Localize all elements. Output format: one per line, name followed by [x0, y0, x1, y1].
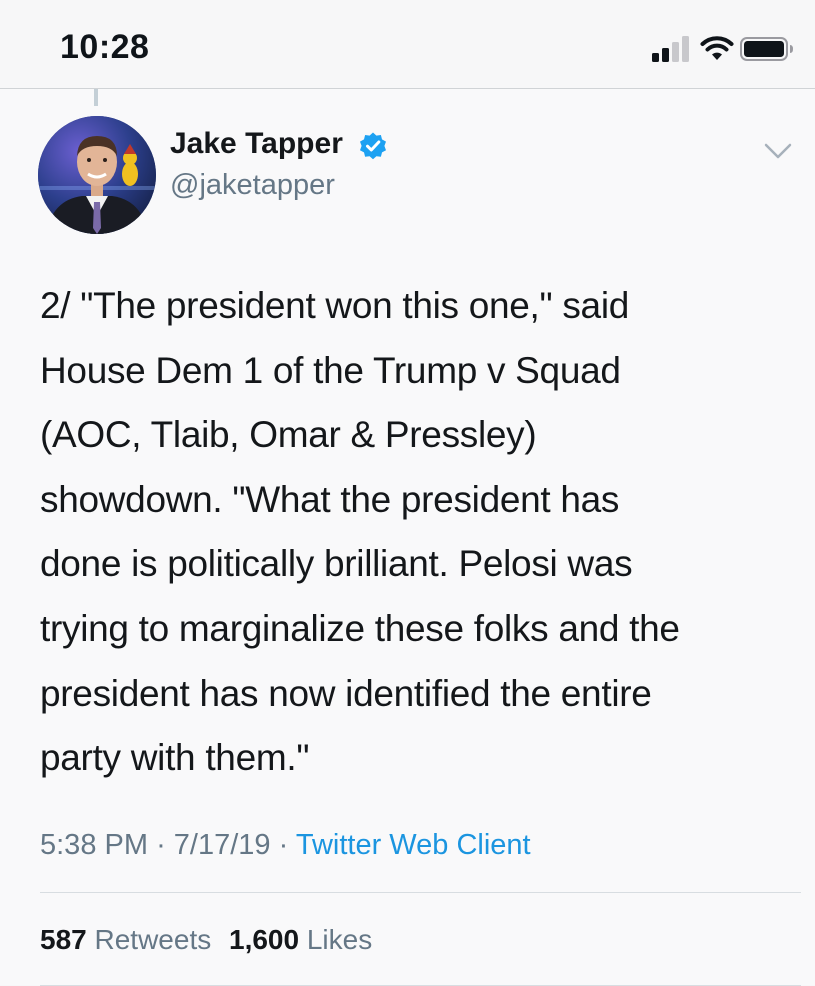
display-name[interactable]: Jake Tapper	[170, 127, 343, 161]
divider	[40, 892, 801, 893]
wifi-icon	[700, 36, 734, 60]
battery-icon	[740, 37, 793, 61]
tweet-text-line: president has now identified the entire	[40, 672, 652, 714]
tweet-text-line: trying to marginalize these folks and th…	[40, 607, 680, 649]
tweet-text-line: 2/ "The president won this one," said	[40, 285, 630, 326]
tweet-text-line: done is politically brilliant. Pelosi wa…	[40, 543, 633, 585]
verified-badge-icon	[360, 132, 386, 160]
retweets-stat[interactable]: 587 Retweets	[40, 924, 211, 955]
meta-separator: ·	[156, 829, 166, 861]
tweet-detail: Jake Tapper @jaketapper 2/ "The presiden…	[0, 89, 815, 986]
tweet-text: 2/ "The president won this one," said Ho…	[40, 274, 790, 791]
thread-connector-line	[94, 89, 98, 106]
tweet-time: 5:38 PM	[40, 829, 148, 861]
retweets-count: 587	[40, 924, 87, 955]
status-time: 10:28	[60, 28, 150, 66]
retweets-label: Retweets	[94, 924, 212, 955]
profile-avatar[interactable]	[38, 116, 156, 234]
tweet-metadata: 5:38 PM · 7/17/19 · Twitter Web Client	[40, 829, 531, 862]
tweet-date: 7/17/19	[173, 829, 271, 861]
tweet-text-line: showdown. "What the president has	[40, 478, 620, 520]
likes-stat[interactable]: 1,600 Likes	[229, 924, 372, 955]
likes-label: Likes	[306, 924, 373, 955]
tweet-text-line: (AOC, Tlaib, Omar & Pressley)	[40, 414, 537, 456]
chevron-down-icon[interactable]	[764, 141, 792, 161]
tweet-text-line: party with them."	[40, 737, 310, 779]
tweet-text-line: House Dem 1 of the Trump v Squad	[40, 349, 621, 391]
cellular-signal-icon	[652, 36, 689, 62]
tweet-stats: 587 Retweets 1,600 Likes	[40, 924, 372, 956]
meta-separator: ·	[278, 829, 289, 861]
user-handle[interactable]: @jaketapper	[170, 169, 335, 202]
status-bar: 10:28	[0, 0, 815, 89]
avatar-image	[38, 116, 156, 234]
client-link[interactable]: Twitter Web Client	[296, 829, 531, 861]
likes-count: 1,600	[229, 924, 300, 955]
